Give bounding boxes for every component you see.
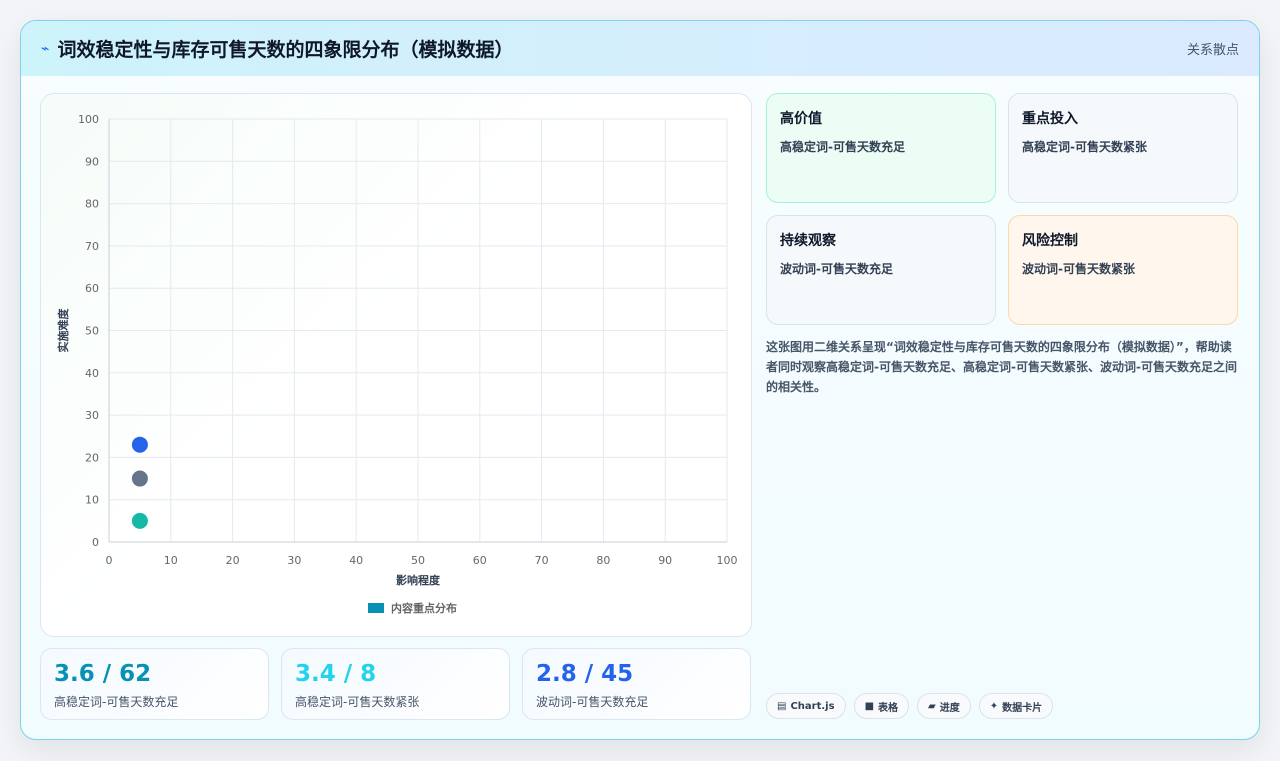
data-point [131,512,148,529]
stat-card: 3.6 / 62 高稳定词-可售天数充足 [40,648,269,720]
data-point [131,470,148,487]
card-header: ⌁ 词效稳定性与库存可售天数的四象限分布（模拟数据） 关系散点 [21,21,1259,76]
progress-icon: ▰ [928,700,936,712]
quadrant-desc: 高稳定词-可售天数充足 [780,140,905,154]
tag-label: 数据卡片 [1002,702,1043,714]
chart-description: 这张图用二维关系呈现“词效稳定性与库存可售天数的四象限分布（模拟数据）”，帮助读… [766,340,1237,394]
y-tick-label: 90 [85,155,99,168]
quadrant-desc: 波动词-可售天数紧张 [1022,262,1135,276]
quadrant-desc: 波动词-可售天数充足 [780,262,893,276]
stat-card: 2.8 / 45 波动词-可售天数充足 [522,648,751,720]
stat-label: 波动词-可售天数充足 [536,695,649,709]
tag-label: Chart.js [790,700,835,712]
tag-label: 进度 [939,702,960,714]
tag-chartjs[interactable]: ▤ Chart.js [766,693,846,719]
sparkle-icon: ✦ [989,700,999,712]
legend-swatch [368,603,384,613]
title-wrap: ⌁ 词效稳定性与库存可售天数的四象限分布（模拟数据） [41,35,513,62]
main-card: ⌁ 词效稳定性与库存可售天数的四象限分布（模拟数据） 关系散点 0 10 20 30 4… [20,20,1260,740]
quadrant-desc: 高稳定词-可售天数紧张 [1022,140,1147,154]
x-tick-label: 80 [596,554,610,567]
y-tick-label: 0 [92,536,99,549]
x-tick-label: 70 [535,554,549,567]
table-icon: ■ [864,700,875,712]
x-axis-label: 影响程度 [396,573,441,587]
tag-progress[interactable]: ▰ 进度 [917,693,971,719]
stat-card: 3.4 / 8 高稳定词-可售天数紧张 [281,648,510,720]
stat-label: 高稳定词-可售天数充足 [54,695,179,709]
quadrant-high-value: 高价值 高稳定词-可售天数充足 [766,93,996,203]
x-tick-label: 10 [164,554,178,567]
y-axis-label: 实施难度 [56,308,70,353]
chart-type-label: 关系散点 [1186,43,1239,58]
bolt-icon: ⌁ [41,40,50,57]
y-tick-label: 10 [85,494,99,507]
y-tick-label: 70 [85,240,99,253]
tag-label: 表格 [878,702,899,714]
y-tick-label: 20 [85,451,99,464]
stat-label: 高稳定词-可售天数紧张 [295,695,420,709]
x-tick-label: 90 [658,554,672,567]
quadrant-title: 高价值 [780,111,822,127]
quadrant-risk-control: 风险控制 波动词-可售天数紧张 [1008,215,1238,325]
x-tick-label: 100 [717,554,738,567]
x-tick-label: 60 [473,554,487,567]
tag-table[interactable]: ■ 表格 [853,693,910,719]
tag-data-card[interactable]: ✦ 数据卡片 [978,693,1054,719]
quadrant-observe: 持续观察 波动词-可售天数充足 [766,215,996,325]
scatter-chart: 0 10 20 30 40 50 60 70 80 90 100 0 10 20 30 40 50 60 70 80 9… [56,113,738,615]
y-tick-label: 60 [85,282,99,295]
y-tick-label: 40 [85,367,99,380]
stat-value: 3.4 / 8 [295,661,377,687]
legend-label: 内容重点分布 [391,601,457,615]
y-tick-label: 50 [85,325,99,338]
stat-value: 2.8 / 45 [536,661,634,687]
quadrant-title: 重点投入 [1022,111,1078,127]
tag-list: ▤ Chart.js ■ 表格 ▰ 进度 ✦ 数据卡片 [766,693,1054,719]
x-tick-label: 20 [226,554,240,567]
quadrant-title: 持续观察 [780,233,836,249]
data-point [131,436,148,453]
y-tick-label: 100 [78,113,99,126]
x-tick-label: 50 [411,554,425,567]
quadrant-title: 风险控制 [1022,233,1078,249]
quadrant-key-investment: 重点投入 高稳定词-可售天数紧张 [1008,93,1238,203]
y-tick-label: 30 [85,409,99,422]
x-tick-label: 40 [349,554,363,567]
x-tick-label: 30 [287,554,301,567]
chart-icon: ▤ [777,700,787,712]
x-tick-label: 0 [106,554,113,567]
page-title: 词效稳定性与库存可售天数的四象限分布（模拟数据） [57,39,514,61]
chart-panel: 0 10 20 30 40 50 60 70 80 90 100 0 10 20 30 40 50 60 70 80 9… [40,93,752,637]
stat-value: 3.6 / 62 [54,661,152,687]
y-tick-label: 80 [85,198,99,211]
